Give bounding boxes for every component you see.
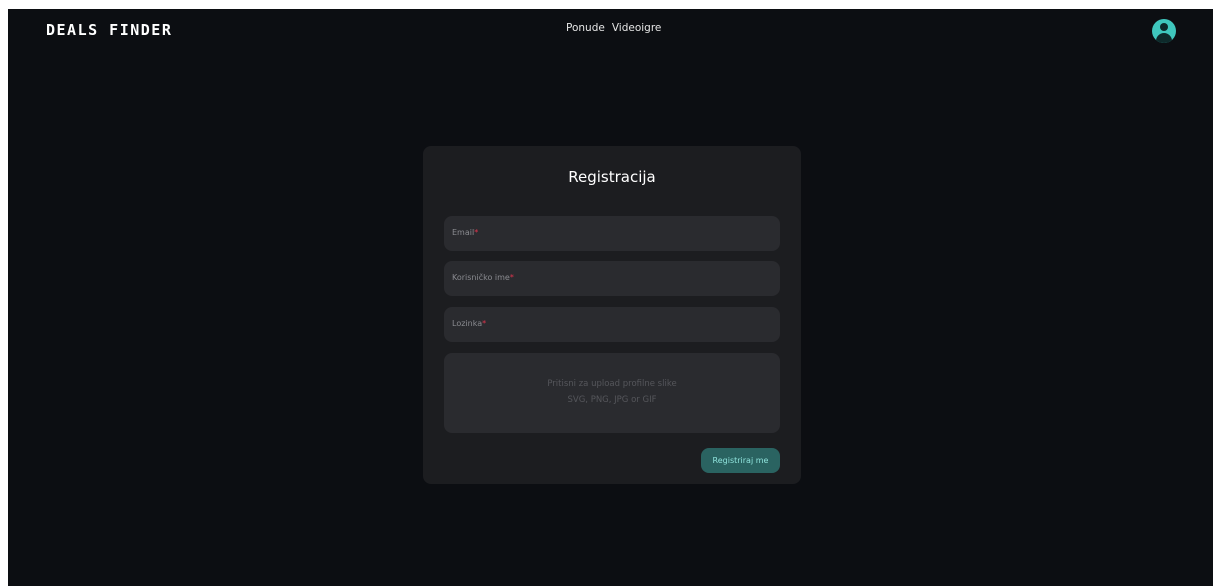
upload-formats: SVG, PNG, JPG or GIF: [567, 395, 657, 405]
register-button[interactable]: Registriraj me: [701, 448, 780, 473]
required-mark: *: [474, 228, 479, 237]
register-card: Registracija Email* Korisničko ime* Lozi…: [423, 146, 801, 484]
email-field[interactable]: Email*: [444, 216, 780, 251]
required-mark: *: [482, 319, 487, 328]
password-field[interactable]: Lozinka*: [444, 307, 780, 342]
user-icon[interactable]: [1152, 19, 1176, 43]
username-field[interactable]: Korisničko ime*: [444, 261, 780, 296]
upload-instruction: Pritisni za upload profilne slike: [547, 379, 677, 389]
required-mark: *: [509, 273, 514, 282]
main-nav: Ponude Videoigre: [566, 22, 661, 34]
logo[interactable]: DEALS FINDER: [46, 21, 172, 39]
profile-image-upload[interactable]: Pritisni za upload profilne slike SVG, P…: [444, 353, 780, 433]
register-title: Registracija: [568, 168, 656, 186]
avatar-body: [1156, 33, 1172, 43]
email-label: Email*: [452, 228, 479, 237]
password-label: Lozinka*: [452, 319, 487, 328]
avatar-head: [1160, 23, 1168, 31]
nav-videoigre[interactable]: Videoigre: [612, 22, 662, 34]
app-container: DEALS FINDER Ponude Videoigre Registraci…: [8, 9, 1213, 586]
nav-ponude[interactable]: Ponude: [566, 22, 605, 34]
username-label: Korisničko ime*: [452, 273, 514, 282]
